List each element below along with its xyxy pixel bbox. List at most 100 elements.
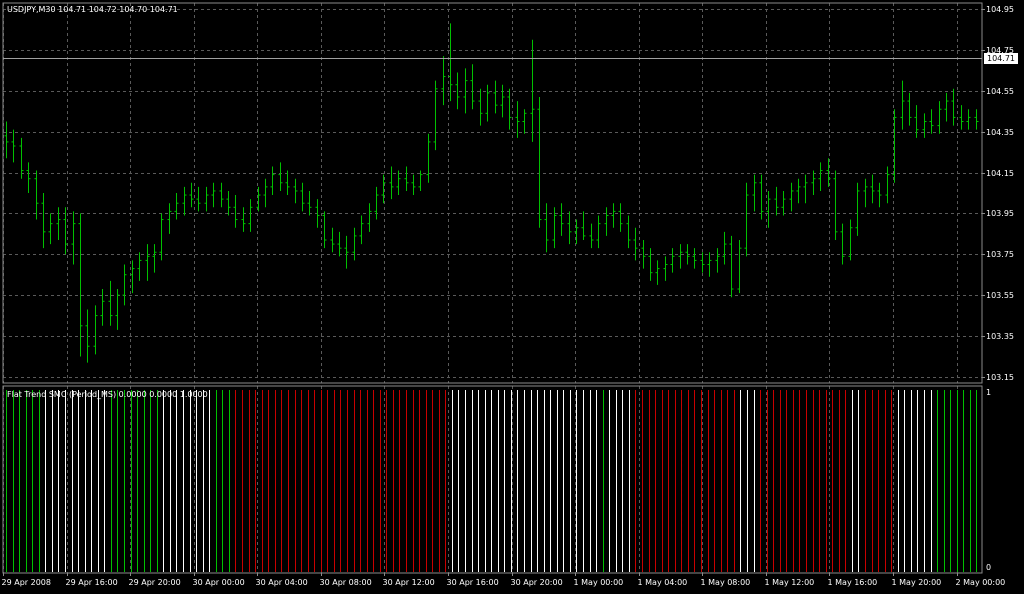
indicator-scale-bottom: 0	[986, 563, 992, 572]
ohlc-bar	[781, 190, 786, 216]
chart-window[interactable]: USDJPY,M30 104.71 104.72 104.70 104.71 F…	[0, 0, 1024, 594]
ohlc-bar	[833, 170, 838, 240]
ohlc-bar	[840, 223, 845, 265]
symbol-info: USDJPY,M30 104.71 104.72 104.70 104.71	[7, 5, 178, 14]
price-label: 103.15	[986, 372, 1014, 382]
ohlc-bar	[500, 84, 505, 118]
ohlc-bar	[100, 289, 105, 326]
ohlc-bar	[233, 195, 238, 228]
ohlc-bar	[789, 182, 794, 212]
price-label: 104.55	[986, 86, 1014, 96]
ohlc-bar	[737, 239, 742, 294]
ohlc-bar	[774, 186, 779, 216]
ohlc-bar	[596, 215, 601, 249]
ohlc-bar	[182, 186, 187, 216]
ohlc-bar	[11, 129, 16, 163]
ohlc-bar	[567, 211, 572, 245]
ohlc-bar	[744, 182, 749, 257]
ohlc-bar	[929, 109, 934, 134]
ohlc-bar	[974, 109, 979, 130]
ohlc-bar	[752, 174, 757, 212]
ohlc-bar	[300, 182, 305, 212]
ohlc-bar	[663, 256, 668, 281]
ohlc-bar	[618, 203, 623, 232]
ohlc-bar	[589, 223, 594, 249]
time-label: 30 Apr 00:00	[192, 578, 245, 587]
ohlc-bar	[959, 105, 964, 130]
ohlc-bar	[293, 178, 298, 204]
ohlc-bar	[803, 174, 808, 204]
ohlc-bar	[48, 213, 53, 245]
price-label: 104.15	[986, 168, 1014, 178]
ohlc-bar	[189, 182, 194, 208]
time-label: 30 Apr 08:00	[319, 578, 372, 587]
ohlc-bar	[359, 215, 364, 245]
ohlc-bar	[337, 231, 342, 257]
ohlc-bar	[818, 162, 823, 191]
ohlc-bar	[344, 235, 349, 269]
time-label: 30 Apr 04:00	[255, 578, 308, 587]
ohlc-bar	[130, 260, 135, 294]
ohlc-bar	[41, 193, 46, 249]
ohlc-bar	[367, 203, 372, 232]
time-label: 29 Apr 16:00	[65, 578, 118, 587]
price-label: 103.75	[986, 249, 1014, 259]
indicator-label: Flat Trend SMC (Period_MS) 0.0000 0.0000…	[7, 390, 208, 399]
ohlc-bar	[900, 80, 905, 130]
ohlc-bar	[722, 231, 727, 265]
ohlc-bar	[167, 203, 172, 234]
ohlc-bar	[670, 248, 675, 273]
ohlc-bar	[951, 88, 956, 126]
ohlc-bar	[374, 186, 379, 220]
ohlc-bar	[307, 190, 312, 216]
ohlc-bar	[729, 235, 734, 298]
ohlc-bar	[485, 84, 490, 122]
ohlc-bars	[4, 23, 979, 363]
ohlc-bar	[396, 170, 401, 196]
ohlc-bar	[522, 109, 527, 134]
ohlc-bar	[426, 133, 431, 183]
ohlc-bar	[226, 190, 231, 216]
ohlc-bar	[493, 80, 498, 114]
ohlc-bar	[26, 162, 31, 193]
ohlc-bar	[63, 207, 68, 255]
chart-frame	[2, 2, 983, 574]
price-label: 103.35	[986, 331, 1014, 341]
time-label: 29 Apr 2008	[1, 578, 51, 587]
price-label: 104.35	[986, 127, 1014, 137]
ohlc-bar	[248, 199, 253, 232]
current-price-tag: 104.71	[984, 52, 1018, 64]
ohlc-bar	[611, 203, 616, 228]
ohlc-bar	[470, 64, 475, 110]
ohlc-bar	[530, 39, 535, 142]
ohlc-bar	[196, 186, 201, 212]
ohlc-bar	[463, 68, 468, 114]
ohlc-bar	[759, 174, 764, 220]
ohlc-bar	[937, 101, 942, 134]
ohlc-bar	[885, 166, 890, 204]
ohlc-bar	[766, 190, 771, 228]
ohlc-bar	[922, 113, 927, 138]
ohlc-bar	[285, 170, 290, 196]
price-label: 103.55	[986, 290, 1014, 300]
ohlc-bar	[655, 260, 660, 285]
time-label: 1 May 12:00	[764, 578, 815, 587]
ohlc-bar	[404, 166, 409, 191]
ohlc-bar	[389, 166, 394, 200]
time-label: 2 May 00:00	[955, 578, 1006, 587]
ohlc-bar	[71, 211, 76, 265]
ohlc-bar	[855, 182, 860, 236]
ohlc-bar	[56, 207, 61, 240]
time-label: 1 May 00:00	[573, 578, 624, 587]
price-chart[interactable]	[0, 0, 1024, 594]
ohlc-bar	[322, 211, 327, 249]
ohlc-bar	[678, 244, 683, 269]
indicator-pane-border	[2, 385, 983, 574]
ohlc-bar	[581, 211, 586, 240]
ohlc-bar	[537, 96, 542, 228]
ohlc-bar	[108, 280, 113, 326]
time-label: 29 Apr 20:00	[128, 578, 181, 587]
ohlc-bar	[78, 213, 83, 357]
ohlc-bar	[715, 248, 720, 273]
ohlc-bar	[152, 244, 157, 273]
